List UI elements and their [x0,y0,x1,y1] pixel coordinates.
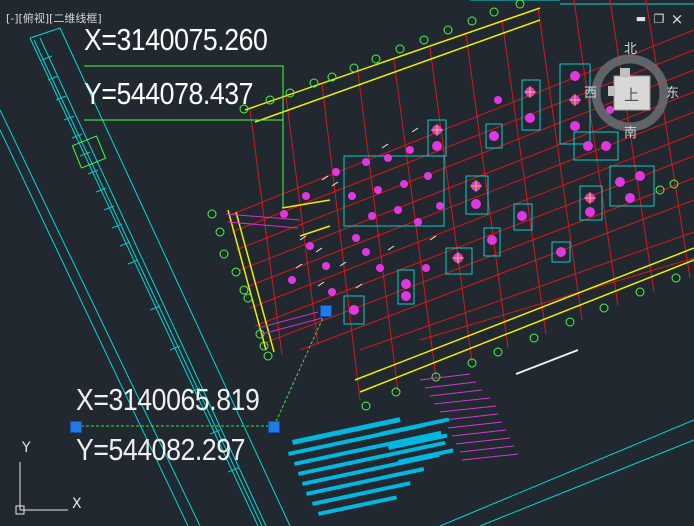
coordinate-y-top: Y=544078.437 [84,76,254,111]
ucs-icon [15,462,68,515]
viewcube-top-face[interactable]: 上 [624,84,639,105]
coordinate-y-bottom: Y=544082.297 [76,432,246,467]
viewcube-north[interactable]: 北 [624,38,637,57]
section-mark [515,349,579,375]
close-icon[interactable]: × [670,12,684,27]
grip-handle-right[interactable] [268,421,280,433]
ucs-y-label: Y [22,440,31,456]
viewcube-west[interactable]: 西 [584,82,597,101]
viewcube-south[interactable]: 南 [624,122,637,141]
restore-icon[interactable]: ❐ [652,12,666,26]
grip-handle-leader-end[interactable] [320,305,332,317]
general-notes [288,373,519,516]
coordinate-x-bottom: X=3140065.819 [76,382,260,417]
axis-lines-yellow [227,7,694,393]
drawing-viewport[interactable]: [-][俯视][二维线框] ▬ ❐ × X=3140075.260 Y=5440… [0,0,694,526]
minimize-icon[interactable]: ▬ [634,12,648,26]
viewcube-east[interactable]: 东 [666,82,679,101]
ucs-x-label: X [72,496,82,512]
magenta-hatch [225,213,323,335]
coordinate-x-top: X=3140075.260 [84,22,268,57]
grip-handle-left[interactable] [70,421,82,433]
